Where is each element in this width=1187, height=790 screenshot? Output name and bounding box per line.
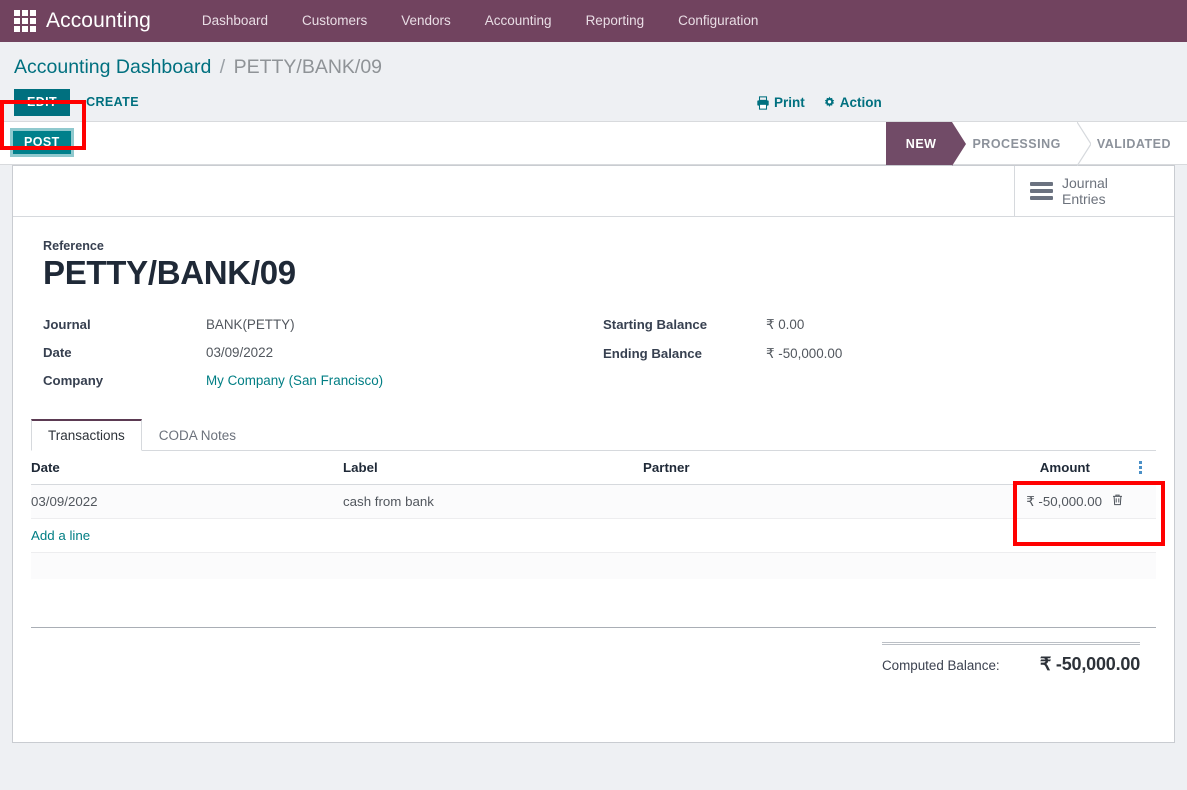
column-header-amount[interactable]: Amount <box>973 451 1134 486</box>
breadcrumb: Accounting Dashboard / PETTY/BANK/09 <box>0 42 1187 79</box>
post-button[interactable]: POST <box>10 128 74 157</box>
column-options-header <box>1134 451 1156 486</box>
form-sheet: Journal Entries Reference PETTY/BANK/09 … <box>12 165 1175 743</box>
menu-item-customers[interactable]: Customers <box>285 0 384 42</box>
field-journal-label: Journal <box>43 317 91 333</box>
stat-button-row: Journal Entries <box>13 166 1174 217</box>
chevron-right-outline-icon <box>1076 122 1091 166</box>
journal-entries-line1: Journal <box>1062 175 1108 191</box>
row-date[interactable]: 03/09/2022 <box>31 484 343 520</box>
control-panel-actions: Print Action <box>756 95 882 110</box>
row-amount-cell: ₹ -50,000.00 <box>973 484 1134 520</box>
breadcrumb-separator: / <box>219 56 226 78</box>
journal-entries-stat-label: Journal Entries <box>1062 175 1108 207</box>
field-journal: Journal BANK(PETTY) <box>43 317 603 332</box>
status-step-validated[interactable]: VALIDATED <box>1077 122 1187 166</box>
field-company: Company My Company (San Francisco) <box>43 373 603 388</box>
print-label: Print <box>774 95 805 110</box>
status-step-processing-label: PROCESSING <box>972 137 1061 151</box>
row-partner[interactable] <box>643 484 973 520</box>
app-brand-title[interactable]: Accounting <box>46 9 151 33</box>
table-header-row: Date Label Partner Amount <box>31 451 1156 486</box>
computed-balance-value: ₹ -50,000.00 <box>1039 653 1140 674</box>
menu-item-vendors[interactable]: Vendors <box>384 0 468 42</box>
field-column-left: Journal BANK(PETTY) Date 03/09/2022 Comp… <box>43 317 603 401</box>
reference-label: Reference <box>43 239 104 253</box>
trash-icon[interactable] <box>1111 493 1124 510</box>
table-row[interactable]: 03/09/2022 cash from bank ₹ -50,000.00 <box>31 484 1156 520</box>
notebook: Transactions CODA Notes Date Label Partn… <box>31 419 1156 605</box>
field-date-label: Date <box>43 345 72 361</box>
row-amount[interactable]: ₹ -50,000.00 <box>1026 494 1102 510</box>
action-label: Action <box>839 95 882 110</box>
notebook-tabs: Transactions CODA Notes <box>31 419 1156 452</box>
bars-icon <box>1030 182 1053 200</box>
field-ending-balance-value: ₹ -50,000.00 <box>766 346 843 362</box>
chevron-right-icon <box>952 122 967 166</box>
apps-grid-icon[interactable] <box>12 8 38 34</box>
status-step-new-label: NEW <box>905 137 937 151</box>
table-filler-row <box>31 578 1156 605</box>
add-a-line-link[interactable]: Add a line <box>31 528 90 543</box>
field-group: Journal BANK(PETTY) Date 03/09/2022 Comp… <box>43 317 1144 401</box>
sheet-wrapper: Journal Entries Reference PETTY/BANK/09 … <box>0 165 1187 743</box>
table-filler-row <box>31 552 1156 579</box>
top-navbar: Accounting Dashboard Customers Vendors A… <box>0 0 1187 42</box>
menu-item-accounting[interactable]: Accounting <box>468 0 569 42</box>
tab-transactions[interactable]: Transactions <box>31 419 142 452</box>
status-step-new[interactable]: NEW <box>885 122 967 166</box>
printer-icon <box>756 95 770 110</box>
main-menu: Dashboard Customers Vendors Accounting R… <box>185 0 776 42</box>
control-panel: EDIT CREATE Print Action <box>0 79 1187 121</box>
column-header-label[interactable]: Label <box>343 451 643 486</box>
field-starting-balance: Starting Balance ₹ 0.00 <box>603 317 1123 333</box>
edit-button[interactable]: EDIT <box>14 89 71 116</box>
add-a-line-row[interactable]: Add a line <box>31 518 1156 554</box>
totals-section: Computed Balance: ₹ -50,000.00 <box>13 641 1174 675</box>
print-button[interactable]: Print <box>756 95 805 110</box>
row-options-cell <box>1134 484 1156 520</box>
tab-coda-notes[interactable]: CODA Notes <box>142 419 253 451</box>
form-body: Reference PETTY/BANK/09 Journal BANK(PET… <box>13 217 1174 401</box>
transactions-table: Date Label Partner Amount 03/09/2022 cas… <box>31 451 1156 605</box>
action-button[interactable]: Action <box>823 95 882 110</box>
status-step-processing[interactable]: PROCESSING <box>952 122 1091 166</box>
column-header-date[interactable]: Date <box>31 451 343 486</box>
page-title: PETTY/BANK/09 <box>43 254 296 291</box>
field-journal-value[interactable]: BANK(PETTY) <box>206 317 295 332</box>
gear-icon <box>823 96 836 109</box>
add-a-line-cell: Add a line <box>31 518 1156 554</box>
column-options-icon[interactable] <box>1134 461 1146 475</box>
breadcrumb-current: PETTY/BANK/09 <box>233 56 383 78</box>
row-label[interactable]: cash from bank <box>343 484 643 520</box>
computed-balance-label: Computed Balance: <box>882 657 1000 673</box>
journal-entries-line2: Entries <box>1062 191 1106 207</box>
field-company-label: Company <box>43 373 104 389</box>
field-date: Date 03/09/2022 <box>43 345 603 360</box>
status-step-validated-label: VALIDATED <box>1096 137 1171 151</box>
menu-item-dashboard[interactable]: Dashboard <box>185 0 285 42</box>
computed-balance-row: Computed Balance: ₹ -50,000.00 <box>882 645 1140 675</box>
field-company-value[interactable]: My Company (San Francisco) <box>206 373 383 388</box>
field-column-right: Starting Balance ₹ 0.00 Ending Balance ₹… <box>603 317 1123 401</box>
breadcrumb-root-link[interactable]: Accounting Dashboard <box>14 56 211 78</box>
statusbar-row: POST NEW PROCESSING VALIDATED <box>0 100 1187 166</box>
totals-separator <box>31 626 1156 628</box>
status-steps: NEW PROCESSING VALIDATED <box>885 122 1187 166</box>
menu-item-reporting[interactable]: Reporting <box>569 0 662 42</box>
field-date-value[interactable]: 03/09/2022 <box>206 345 273 360</box>
menu-item-configuration[interactable]: Configuration <box>661 0 775 42</box>
create-button[interactable]: CREATE <box>74 89 151 116</box>
column-header-partner[interactable]: Partner <box>643 451 973 486</box>
field-ending-balance-label: Ending Balance <box>603 346 702 362</box>
journal-entries-stat-button[interactable]: Journal Entries <box>1014 166 1174 216</box>
field-ending-balance: Ending Balance ₹ -50,000.00 <box>603 346 1123 362</box>
field-starting-balance-label: Starting Balance <box>603 317 708 333</box>
field-starting-balance-value: ₹ 0.00 <box>766 317 805 333</box>
